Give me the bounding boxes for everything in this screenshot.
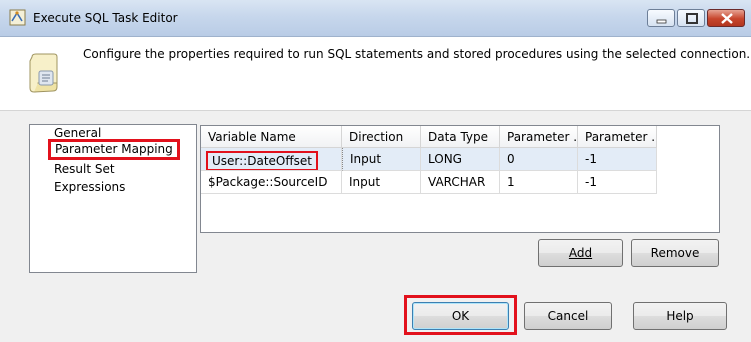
ssis-task-icon bbox=[9, 9, 26, 26]
maximize-icon bbox=[686, 13, 698, 24]
column-header-direction[interactable]: Direction bbox=[342, 126, 421, 148]
cancel-button-label: Cancel bbox=[547, 309, 589, 323]
help-button-label: Help bbox=[666, 309, 694, 323]
cell-parameter-size[interactable]: -1 bbox=[578, 148, 657, 171]
add-button[interactable]: Add bbox=[538, 239, 623, 267]
cancel-button[interactable]: Cancel bbox=[524, 302, 612, 330]
column-header-variable-name[interactable]: Variable Name bbox=[201, 126, 342, 148]
column-header-parameter-size[interactable]: Parameter ... bbox=[578, 126, 657, 148]
page-list: General Parameter Mapping Result Set Exp… bbox=[29, 124, 197, 273]
ok-button[interactable]: OK bbox=[412, 302, 509, 330]
nav-item-parameter-mapping[interactable]: Parameter Mapping bbox=[48, 139, 180, 160]
parameter-mapping-grid[interactable]: Variable Name Direction Data Type Parame… bbox=[200, 125, 720, 233]
sql-scroll-icon bbox=[29, 53, 58, 93]
add-button-label: Add bbox=[568, 246, 593, 260]
header-description: Configure the properties required to run… bbox=[83, 47, 751, 61]
minimize-button[interactable] bbox=[647, 9, 675, 27]
nav-item-label: General bbox=[54, 126, 102, 140]
remove-button[interactable]: Remove bbox=[631, 239, 719, 267]
cell-direction[interactable]: Input bbox=[342, 171, 421, 194]
maximize-button[interactable] bbox=[677, 9, 705, 27]
cell-variable-name[interactable]: User::DateOffset bbox=[201, 148, 342, 171]
cell-parameter-size[interactable]: -1 bbox=[578, 171, 657, 194]
remove-button-label: Remove bbox=[650, 246, 700, 260]
ok-button-label: OK bbox=[451, 309, 470, 323]
header-panel: Configure the properties required to run… bbox=[0, 37, 751, 111]
help-button[interactable]: Help bbox=[633, 302, 727, 330]
nav-item-result-set[interactable]: Result Set bbox=[54, 162, 115, 177]
nav-item-expressions[interactable]: Expressions bbox=[54, 180, 125, 195]
nav-item-label: Parameter Mapping bbox=[55, 142, 173, 156]
cell-variable-name[interactable]: $Package::SourceID bbox=[201, 171, 342, 194]
cell-parameter-name[interactable]: 0 bbox=[500, 148, 578, 171]
highlighted-variable: User::DateOffset bbox=[206, 151, 318, 170]
cell-direction[interactable]: Input bbox=[342, 148, 421, 171]
window-title: Execute SQL Task Editor bbox=[33, 11, 178, 25]
cell-data-type[interactable]: VARCHAR bbox=[421, 171, 500, 194]
minimize-icon bbox=[656, 19, 667, 24]
close-icon bbox=[721, 13, 733, 24]
title-bar: Execute SQL Task Editor bbox=[0, 0, 751, 37]
nav-item-label: Expressions bbox=[54, 180, 126, 194]
nav-item-label: Result Set bbox=[54, 162, 115, 176]
column-header-data-type[interactable]: Data Type bbox=[421, 126, 500, 148]
column-header-parameter-name[interactable]: Parameter ... bbox=[500, 126, 578, 148]
close-button[interactable] bbox=[707, 9, 745, 27]
table-row[interactable]: $Package::SourceID Input VARCHAR 1 -1 bbox=[201, 171, 657, 194]
table-row[interactable]: User::DateOffset Input LONG 0 -1 bbox=[201, 148, 657, 171]
cell-parameter-name[interactable]: 1 bbox=[500, 171, 578, 194]
cell-data-type[interactable]: LONG bbox=[421, 148, 500, 171]
